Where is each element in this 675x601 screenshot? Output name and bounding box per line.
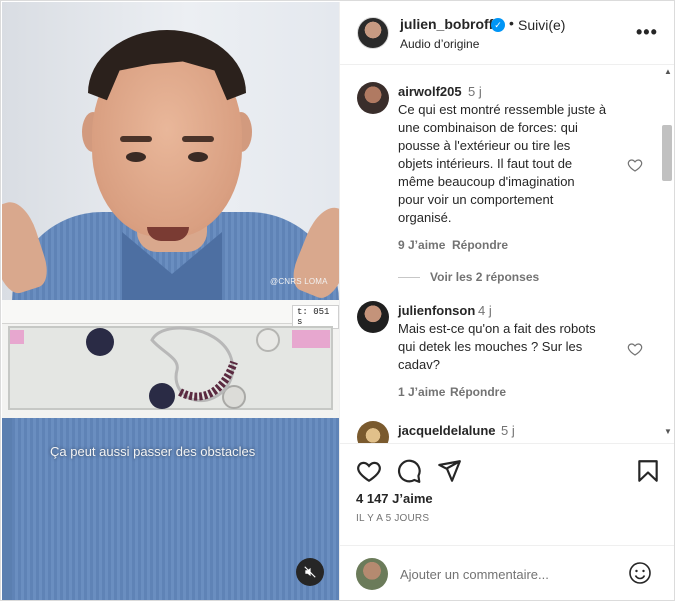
comment-avatar[interactable]: [357, 82, 389, 114]
comment-text-line: organisé.: [398, 210, 452, 225]
scroll-up-arrow-icon[interactable]: ▲: [664, 67, 672, 76]
comment-time[interactable]: 5 j: [501, 423, 515, 438]
comment-time[interactable]: 4 j: [478, 303, 492, 318]
verified-badge-icon: ✓: [491, 18, 505, 32]
share-send-icon[interactable]: [436, 458, 462, 484]
current-user-avatar: [356, 558, 388, 590]
comment-text-line: pour voir un comportement: [398, 192, 554, 207]
reply-button[interactable]: Répondre: [452, 238, 508, 252]
header-separator: •: [509, 15, 514, 31]
comment-composer: [340, 545, 674, 600]
comment-text: Ce qui est montré ressemble juste à une …: [398, 101, 638, 227]
video-presenter-eye: [188, 152, 208, 162]
experiment-inset: t: 051 s: [2, 300, 339, 418]
comment-text-line: cadav?: [398, 357, 440, 372]
video-presenter-eye: [126, 152, 146, 162]
comment-text-line: même beaucoup d'imagination: [398, 174, 575, 189]
comments-scrollbar[interactable]: [660, 65, 674, 443]
experiment-robots-illustration: [86, 326, 280, 409]
comment-username[interactable]: jacqueldelalune: [398, 423, 496, 438]
more-options-icon[interactable]: •••: [636, 22, 658, 43]
comment-username[interactable]: julienfonson: [398, 303, 475, 318]
save-bookmark-icon[interactable]: [635, 458, 661, 484]
comment-like-count[interactable]: 1 J’aime: [398, 385, 445, 399]
comment-username[interactable]: airwolf205: [398, 84, 462, 99]
reply-button[interactable]: Répondre: [450, 385, 506, 399]
comments-list: airwolf205 5 j Ce qui est montré ressemb…: [340, 65, 674, 443]
video-watermark: @CNRS LOMA: [270, 277, 328, 286]
author-username[interactable]: julien_bobroff: [400, 16, 493, 32]
comment-text: Mais est-ce qu'on a fait des robots qui …: [398, 320, 638, 374]
comment-time[interactable]: 5 j: [468, 84, 482, 99]
scrollbar-thumb[interactable]: [662, 125, 672, 181]
video-presenter-brow: [120, 136, 152, 142]
view-replies-label: Voir les 2 réponses: [430, 270, 540, 284]
comment-bubble-icon[interactable]: [396, 458, 422, 484]
comment-avatar[interactable]: [357, 301, 389, 333]
post-side-panel: julien_bobroff ✓ • Suivi(e) Audio d’orig…: [339, 2, 674, 600]
scroll-down-arrow-icon[interactable]: ▼: [664, 427, 672, 436]
like-comment-heart-icon[interactable]: [627, 157, 643, 173]
view-replies-line: [398, 277, 420, 279]
comment-text-line: une combinaison de forces: qui: [398, 120, 578, 135]
comment-text-line: Ce qui est montré ressemble juste à: [398, 102, 607, 117]
comment-text-line: Mais est-ce qu'on a fait des robots: [398, 321, 596, 336]
post-window: @CNRS LOMA t: 051 s Ça peut aussi passer…: [0, 0, 675, 601]
author-avatar[interactable]: [357, 17, 389, 49]
original-audio-link[interactable]: Audio d’origine: [400, 37, 479, 51]
post-timestamp[interactable]: IL Y A 5 JOURS: [356, 513, 429, 524]
comment-text-line: pousse à l'extérieur ou tire les: [398, 138, 571, 153]
comment-input[interactable]: [400, 564, 610, 584]
like-heart-icon[interactable]: [356, 458, 382, 484]
emoji-picker-icon[interactable]: [628, 561, 652, 585]
follow-status-button[interactable]: Suivi(e): [518, 17, 565, 33]
comment-avatar[interactable]: [357, 421, 389, 443]
comment-text-line: objets intérieurs. Il faut tout de: [398, 156, 573, 171]
like-count[interactable]: 4 147 J’aime: [356, 491, 433, 506]
video-presenter-brow: [182, 136, 214, 142]
comment-like-count[interactable]: 9 J’aime: [398, 238, 445, 252]
video-caption: Ça peut aussi passer des obstacles: [50, 444, 256, 459]
comment-text-line: qui detek les mouches ? Sur les: [398, 339, 583, 354]
post-header: julien_bobroff ✓ • Suivi(e) Audio d’orig…: [340, 2, 674, 65]
mute-button[interactable]: [296, 558, 324, 586]
post-video[interactable]: @CNRS LOMA t: 051 s Ça peut aussi passer…: [2, 2, 339, 600]
view-replies-button[interactable]: Voir les 2 réponses: [398, 270, 539, 284]
like-comment-heart-icon[interactable]: [627, 341, 643, 357]
muted-speaker-icon: [304, 566, 316, 578]
